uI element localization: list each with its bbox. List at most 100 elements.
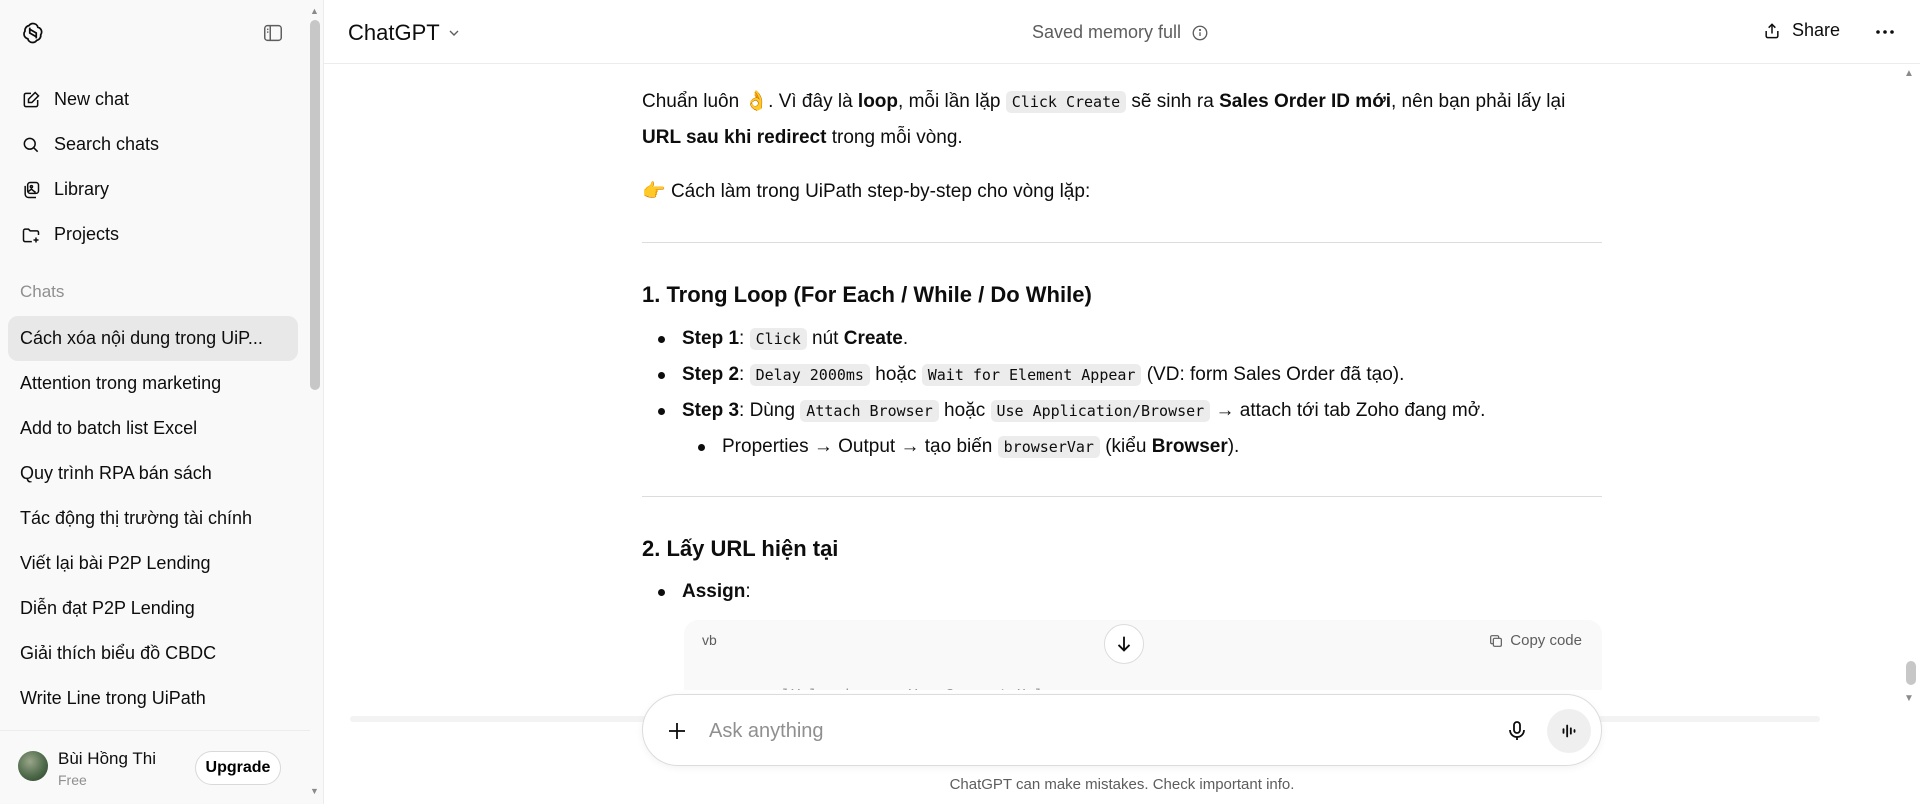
text: , mỗi lần lặp — [898, 91, 1006, 112]
inline-code: Attach Browser — [800, 400, 939, 422]
bold-text: Sales Order ID mới — [1219, 91, 1391, 112]
copy-code-button[interactable]: Copy code — [1488, 632, 1582, 649]
divider — [642, 242, 1602, 243]
text: → attach tới tab Zoho đang mở. — [1210, 400, 1486, 421]
microphone-icon[interactable] — [1505, 719, 1529, 743]
sidebar: New chat Search chats Library Projects C… — [0, 0, 324, 804]
bold-text: Browser — [1151, 436, 1228, 457]
prompt-input[interactable] — [707, 713, 1487, 749]
bold-text: Create — [843, 328, 903, 349]
pointing-emoji: 👉 — [642, 181, 666, 202]
user-profile[interactable]: Bùi Hồng Thi Free Upgrade — [0, 730, 310, 804]
list-item: Step 3: Dùng Attach Browser hoặc Use App… — [642, 393, 1602, 429]
chat-history-item[interactable]: Cách xóa nội dung trong UiP... — [8, 316, 298, 361]
main-scroll-up-arrow[interactable]: ▲ — [1904, 68, 1914, 79]
copy-icon — [1490, 634, 1503, 647]
inline-code: Wait for Element Appear — [921, 364, 1142, 386]
chat-history-item[interactable]: Write Line trong UiPath — [8, 676, 298, 721]
user-plan: Free — [58, 772, 87, 788]
main-scroll-down-arrow[interactable]: ▼ — [1904, 693, 1914, 704]
step-list: Step 1: Click nút Create. Step 2: Delay … — [642, 321, 1602, 465]
list-item: Step 1: Click nút Create. — [642, 321, 1602, 357]
chat-history-item[interactable]: Quy trình RPA bán sách — [8, 451, 298, 496]
sidebar-scrollbar[interactable] — [310, 20, 320, 390]
bold-text: URL sau khi redirect — [642, 127, 827, 148]
sidebar-top — [0, 0, 310, 64]
chevron-down-icon — [449, 30, 459, 36]
user-name: Bùi Hồng Thi — [58, 749, 156, 768]
divider — [642, 496, 1602, 497]
inline-code: browserVar — [997, 436, 1100, 458]
inline-code: Use Application/Browser — [990, 400, 1211, 422]
new-chat-icon — [20, 89, 42, 111]
bold-text: Assign — [682, 581, 746, 602]
text: , nên bạn phải lấy lại — [1391, 91, 1566, 112]
code-language-label: vb — [702, 632, 717, 648]
chat-history-item[interactable]: Diễn đạt P2P Lending — [8, 586, 298, 631]
sidebar-nav: New chat Search chats Library Projects — [8, 77, 298, 257]
list-item: Properties → Output → tạo biến browserVa… — [642, 429, 1602, 465]
composer — [642, 694, 1602, 766]
plus-icon[interactable] — [665, 719, 689, 743]
search-chats-button[interactable]: Search chats — [8, 122, 298, 167]
sidebar-toggle-icon[interactable] — [262, 22, 284, 44]
text: Properties → Output → tạo biến — [722, 436, 998, 457]
text: Cách làm trong UiPath step-by-step cho v… — [665, 181, 1091, 202]
new-chat-button[interactable]: New chat — [8, 77, 298, 122]
section-heading: 2. Lấy URL hiện tại — [642, 536, 839, 561]
scroll-to-bottom-button[interactable] — [1104, 624, 1144, 664]
avatar[interactable] — [18, 751, 48, 781]
step-list: Assign: — [642, 574, 1602, 610]
model-name: ChatGPT — [348, 20, 440, 45]
folder-icon — [20, 224, 42, 246]
text: Chuẩn luôn — [642, 91, 745, 112]
ok-hand-emoji: 👌 — [744, 91, 769, 112]
chat-history-item[interactable]: Attention trong marketing — [8, 361, 298, 406]
text: ). — [1227, 436, 1240, 457]
voice-waveform-icon — [1562, 724, 1576, 738]
library-icon — [20, 179, 42, 201]
text: . Vì đây là — [768, 91, 858, 112]
bold-text: loop — [857, 91, 899, 112]
more-options-icon[interactable] — [1872, 20, 1898, 44]
text: . — [902, 328, 909, 349]
chat-history-item[interactable]: Tác động thị trường tài chính — [8, 496, 298, 541]
message-paragraph: Chuẩn luôn 👌. Vì đây là loop, mỗi lần lặ… — [642, 84, 1602, 156]
projects-label: Projects — [54, 224, 120, 244]
text: (kiểu — [1099, 436, 1152, 457]
inline-code: Click — [749, 328, 807, 350]
chat-history-item[interactable]: Viết lại bài P2P Lending — [8, 541, 298, 586]
copy-code-label: Copy code — [1510, 632, 1582, 649]
chat-history-item[interactable]: Giải thích biểu đồ CBDC — [8, 631, 298, 676]
text: hoặc — [938, 400, 991, 421]
text: : Dùng — [739, 400, 801, 421]
openai-logo-icon[interactable] — [20, 20, 46, 46]
inline-code: Click Create — [1005, 91, 1127, 113]
chat-history-item[interactable]: Add to batch list Excel — [8, 406, 298, 451]
text: trong mỗi vòng. — [826, 127, 963, 148]
projects-button[interactable]: Projects — [8, 212, 298, 257]
memory-status: Saved memory full — [1032, 22, 1209, 43]
text: : — [745, 581, 751, 602]
sidebar-scroll-up-arrow[interactable]: ▲ — [310, 6, 319, 16]
bold-text: Step 2 — [682, 364, 740, 385]
upgrade-button[interactable]: Upgrade — [195, 751, 281, 785]
inline-code: Delay 2000ms — [749, 364, 870, 386]
voice-mode-button[interactable] — [1547, 709, 1591, 753]
share-label: Share — [1792, 20, 1841, 40]
library-label: Library — [54, 179, 110, 199]
share-button[interactable]: Share — [1762, 20, 1840, 41]
library-button[interactable]: Library — [8, 167, 298, 212]
chat-history-list: Cách xóa nội dung trong UiP... Attention… — [8, 316, 298, 721]
bold-text: Step 1 — [682, 328, 740, 349]
main-scrollbar[interactable] — [1906, 661, 1916, 685]
text: nút — [806, 328, 844, 349]
disclaimer-text: ChatGPT can make mistakes. Check importa… — [949, 776, 1295, 793]
model-switcher[interactable]: ChatGPT — [348, 20, 462, 46]
info-icon[interactable] — [1191, 24, 1209, 42]
sidebar-scroll-down-arrow[interactable]: ▼ — [310, 786, 319, 796]
text: : — [739, 364, 750, 385]
top-bar: ChatGPT Saved memory full Share — [324, 0, 1920, 64]
text: sẽ sinh ra — [1126, 91, 1220, 112]
search-icon — [20, 134, 42, 156]
